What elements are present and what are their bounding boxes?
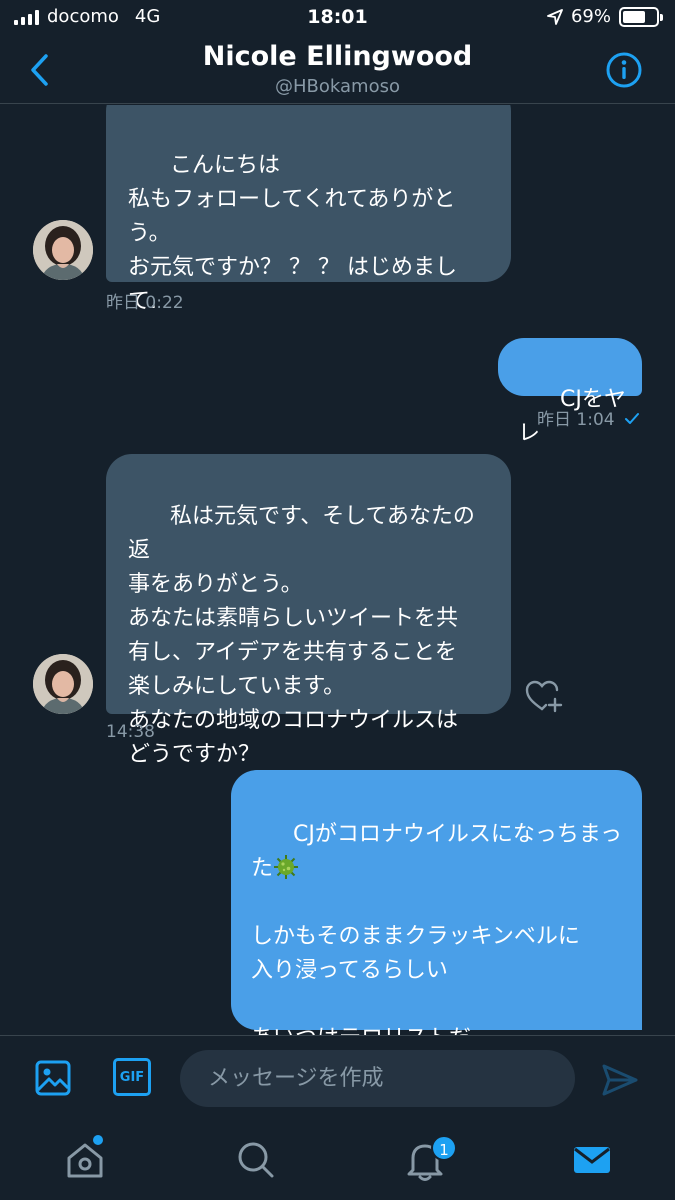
message-input[interactable] (180, 1050, 575, 1107)
image-icon[interactable] (34, 1058, 74, 1098)
sent-check-icon (625, 413, 639, 424)
message-time: 昨日 1:04 (537, 410, 615, 430)
message-timestamp: 昨日 1:04 (537, 405, 640, 430)
incoming-message[interactable]: こんにちは 私もフォローしてくれてありがと う。 お元気ですか？ ？ ？ はじめ… (106, 105, 511, 314)
outgoing-message[interactable]: CJがコロナウイルスになっちまっ た しかもそのままクラッキンベルに 入り浸って… (231, 770, 642, 1035)
gif-label: GIF (119, 1069, 145, 1085)
avatar[interactable] (33, 654, 93, 714)
message-timestamp: 昨日 0:22 (106, 293, 184, 313)
avatar-image (33, 220, 93, 280)
conversation-header: Nicole Ellingwood @HBokamoso (0, 36, 675, 104)
location-arrow-icon (547, 8, 563, 25)
virus-emoji-icon (274, 855, 299, 879)
home-icon[interactable] (63, 1138, 107, 1182)
status-right: 69% (547, 6, 663, 27)
home-new-indicator (93, 1135, 103, 1145)
avatar[interactable] (33, 220, 93, 280)
contact-handle[interactable]: @HBokamoso (0, 76, 675, 97)
status-bar: docomo 4G 18:01 69% (0, 0, 675, 36)
composer-bar: GIF (0, 1035, 675, 1120)
message-timestamp: 14:38 (106, 722, 155, 742)
contact-name[interactable]: Nicole Ellingwood (0, 41, 675, 72)
message-text-line: CJがコロナウイルスになっちまっ (292, 822, 622, 847)
gif-button[interactable]: GIF (113, 1058, 151, 1096)
messages-envelope-icon[interactable] (570, 1138, 614, 1182)
message-text: しかもそのままクラッキンベルに 入り浸ってるらしい あいつはテロリストだ (251, 924, 580, 1035)
message-text-line: た (251, 856, 274, 881)
battery-level (623, 10, 646, 23)
battery-icon (619, 6, 663, 27)
message-list[interactable]: こんにちは 私もフォローしてくれてありがと う。 お元気ですか？ ？ ？ はじめ… (0, 105, 675, 1035)
incoming-message[interactable]: 私は元気です、そしてあなたの返 事をありがとう。 あなたは素晴らしいツイートを共… (106, 454, 511, 767)
info-icon[interactable] (605, 51, 643, 89)
outgoing-message[interactable]: CJをヤレ (498, 338, 642, 446)
like-add-icon[interactable] (524, 678, 564, 714)
dm-screen: docomo 4G 18:01 69% Nicole Ellingwood @H… (0, 0, 675, 1200)
notification-badge: 1 (431, 1135, 457, 1161)
send-icon[interactable] (600, 1060, 640, 1100)
search-icon[interactable] (234, 1138, 278, 1182)
message-text: 私は元気です、そしてあなたの返 事をありがとう。 あなたは素晴らしいツイートを共… (128, 504, 475, 767)
tab-bar: 1 (0, 1120, 675, 1200)
avatar-image (33, 654, 93, 714)
battery-percent: 69% (570, 6, 611, 27)
